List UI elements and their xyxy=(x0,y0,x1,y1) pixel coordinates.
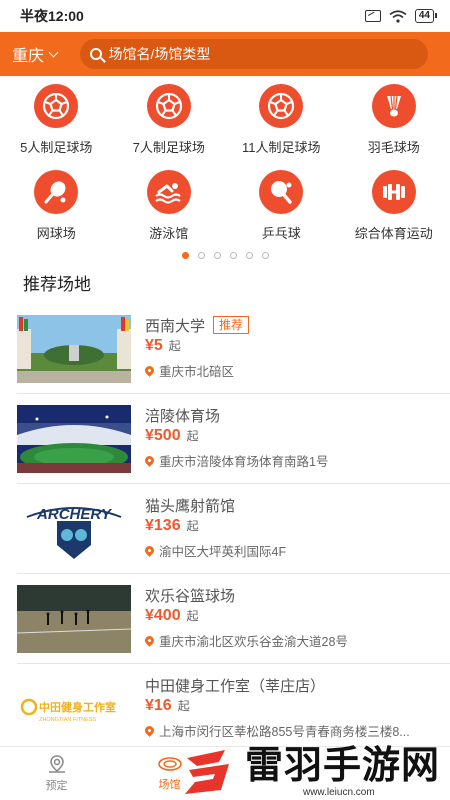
category-11-soccer[interactable]: 11人制足球场 xyxy=(225,80,338,166)
venue-name: 中田健身工作室（莘庄店） xyxy=(145,677,326,695)
recommend-badge: 推荐 xyxy=(213,316,250,334)
location-pin-icon xyxy=(145,454,156,467)
section-title: 推荐场地 xyxy=(23,275,91,294)
venue-address: 渝中区大坪英利国际4F xyxy=(159,545,287,559)
soccer-ball-icon xyxy=(146,84,191,128)
venue-item[interactable]: 欢乐谷篮球场 ¥400 起 重庆市渝北区欢乐谷金渝大道28号 xyxy=(17,574,450,664)
venue-name: 猫头鹰射箭馆 xyxy=(145,497,236,515)
venue-name: 西南大学 xyxy=(145,317,206,335)
venue-photo: ARCHERY xyxy=(17,495,131,563)
nav-label: 预定 xyxy=(45,780,68,792)
venue-photo xyxy=(17,585,131,653)
watermark-logo-icon xyxy=(184,749,229,794)
chevron-down-icon xyxy=(48,47,59,57)
venue-list: 西南大学 推荐 ¥5 起 重庆市北碚区 涪陵体育场 ¥500 起 重庆市涪陵体育场体育… xyxy=(0,304,450,754)
pager-dot[interactable] xyxy=(181,251,189,259)
search-icon xyxy=(90,48,102,60)
search-input[interactable] xyxy=(108,46,418,62)
category-general-sports[interactable]: 综合体育运动 xyxy=(338,166,450,252)
booking-icon xyxy=(48,755,65,773)
watermark-url: www.leiucn.com xyxy=(302,787,375,798)
venue-price: ¥400 xyxy=(145,607,181,624)
category-label: 游泳馆 xyxy=(149,226,189,241)
venue-address: 上海市闵行区莘松路855号青春商务楼三楼8... xyxy=(159,725,410,739)
category-swimming[interactable]: 游泳馆 xyxy=(113,166,226,252)
soccer-ball-icon xyxy=(259,84,304,128)
search-bar[interactable] xyxy=(80,39,428,69)
category-label: 综合体育运动 xyxy=(354,226,433,241)
category-7-soccer[interactable]: 7人制足球场 xyxy=(113,80,226,166)
venue-address: 重庆市北碚区 xyxy=(159,365,235,379)
archery-logo-text: ARCHERY xyxy=(36,506,113,523)
category-label: 5人制足球场 xyxy=(20,140,93,155)
category-grid: 5人制足球场 7人制足球场 11人制足球场 羽毛球场 网球场 游泳馆 乒乓球 综… xyxy=(0,76,450,252)
price-unit: 起 xyxy=(186,429,199,443)
category-tennis[interactable]: 网球场 xyxy=(0,166,113,252)
venue-price: ¥5 xyxy=(145,337,163,354)
pager-dot[interactable] xyxy=(261,251,269,259)
category-label: 乒乓球 xyxy=(261,226,301,241)
venue-photo xyxy=(17,315,131,383)
wifi-icon xyxy=(389,9,407,23)
location-pin-icon xyxy=(145,634,156,647)
site-watermark: 雷羽手游网 www.leiucn.com xyxy=(179,743,440,798)
gym-logo-subtext: ZHONGTIAN FITNESS xyxy=(39,717,96,723)
system-icons: 44 xyxy=(364,9,438,23)
venue-item[interactable]: 中田健身工作室 ZHONGTIAN FITNESS 中田健身工作室（莘庄店） ¥… xyxy=(17,664,450,754)
location-pin-icon xyxy=(145,724,156,737)
sim-icon xyxy=(364,10,381,22)
venue-price: ¥136 xyxy=(145,517,181,534)
pager-dot[interactable] xyxy=(245,251,253,259)
location-pin-icon xyxy=(145,544,156,557)
soccer-ball-icon xyxy=(34,84,79,128)
shuttlecock-icon xyxy=(371,84,416,128)
category-label: 羽毛球场 xyxy=(367,140,420,155)
venue-item[interactable]: 西南大学 推荐 ¥5 起 重庆市北碚区 xyxy=(17,304,450,394)
venue-price: ¥500 xyxy=(145,427,181,444)
app-header: 重庆 xyxy=(0,32,450,76)
venue-price: ¥16 xyxy=(145,697,172,714)
category-label: 7人制足球场 xyxy=(132,140,205,155)
tennis-racket-icon xyxy=(34,170,79,214)
nav-label: 场馆 xyxy=(158,779,181,791)
price-unit: 起 xyxy=(168,339,181,353)
category-label: 11人制足球场 xyxy=(242,140,321,155)
pager-dot[interactable] xyxy=(229,251,237,259)
city-label: 重庆 xyxy=(12,48,45,65)
ping-pong-paddle-icon xyxy=(259,170,304,214)
dumbbell-icon xyxy=(371,170,416,214)
status-time: 半夜12:00 xyxy=(20,8,84,24)
pager-dot[interactable] xyxy=(197,251,205,259)
pager-dot[interactable] xyxy=(213,251,221,259)
location-pin-icon xyxy=(145,364,156,377)
battery-indicator: 44 xyxy=(414,9,438,23)
venue-photo xyxy=(17,405,131,473)
venue-item[interactable]: ARCHERY 猫头鹰射箭馆 ¥136 起 渝中区大坪英利国际4F xyxy=(17,484,450,574)
category-label: 网球场 xyxy=(36,226,76,241)
venue-name: 欢乐谷篮球场 xyxy=(145,587,236,605)
venue-item[interactable]: 涪陵体育场 ¥500 起 重庆市涪陵体育场体育南路1号 xyxy=(17,394,450,484)
price-unit: 起 xyxy=(186,609,199,623)
category-5-soccer[interactable]: 5人制足球场 xyxy=(0,80,113,166)
venue-photo: 中田健身工作室 ZHONGTIAN FITNESS xyxy=(17,675,131,743)
venue-name: 涪陵体育场 xyxy=(145,407,221,425)
gym-logo-text: 中田健身工作室 xyxy=(39,700,116,714)
venue-address: 重庆市渝北区欢乐谷金渝大道28号 xyxy=(159,635,348,649)
nav-booking[interactable]: 预定 xyxy=(0,747,113,800)
price-unit: 起 xyxy=(177,699,190,713)
venue-address: 重庆市涪陵体育场体育南路1号 xyxy=(159,455,329,469)
status-bar: 半夜12:00 44 xyxy=(0,0,450,32)
category-badminton[interactable]: 羽毛球场 xyxy=(338,80,450,166)
city-selector[interactable]: 重庆 xyxy=(12,42,80,66)
price-unit: 起 xyxy=(186,519,199,533)
category-pingpong[interactable]: 乒乓球 xyxy=(225,166,338,252)
watermark-title: 雷羽手游网 xyxy=(244,743,440,787)
swimmer-icon xyxy=(146,170,191,214)
